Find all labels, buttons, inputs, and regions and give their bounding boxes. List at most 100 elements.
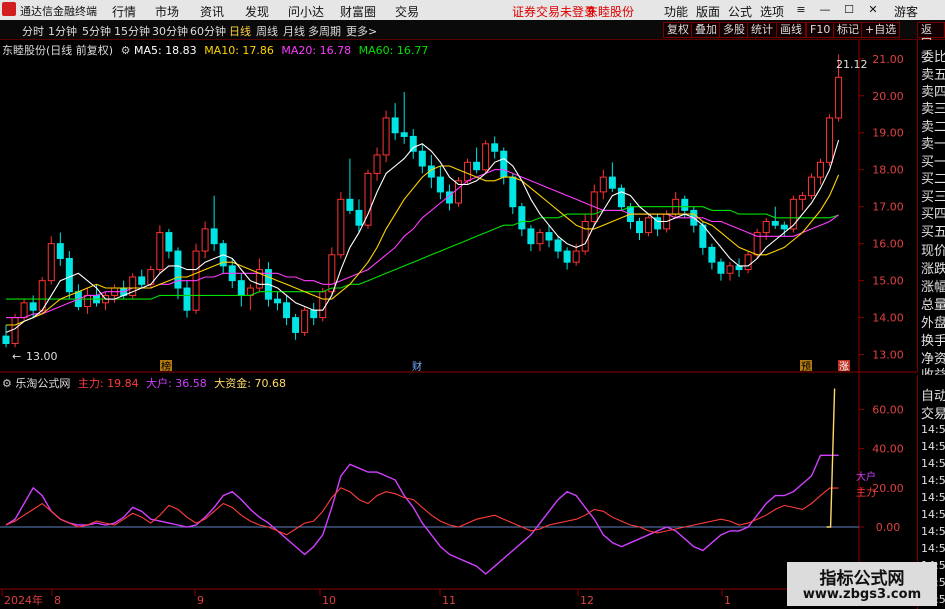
mark-button[interactable]: 标记 <box>833 22 863 38</box>
period-tab-5min[interactable]: 5分钟 <box>82 23 111 39</box>
candle-down <box>708 246 716 263</box>
main-force-line <box>5 487 839 536</box>
indicator-axis-label: 0.00 <box>876 521 901 534</box>
period-tab-1min[interactable]: 1分钟 <box>48 23 77 39</box>
candle-down <box>274 298 281 304</box>
menu-item-news[interactable]: 资讯 <box>200 3 224 20</box>
menu-item-trade[interactable]: 交易 <box>395 3 419 20</box>
menu-item-ask[interactable]: 问小达 <box>288 3 324 20</box>
candle-up <box>373 154 381 174</box>
adjust-button[interactable]: 复权 <box>663 22 693 38</box>
add-favorite-button[interactable]: +自选 <box>861 22 901 38</box>
candle-up <box>382 117 390 156</box>
tick-time: 14:56 <box>921 525 945 538</box>
menu-item-quotes[interactable]: 行情 <box>112 3 136 20</box>
indicator-axis-label: 20.00 <box>872 482 904 495</box>
sidebar-item-weibi[interactable]: 委比 <box>921 46 945 65</box>
back-button[interactable]: 返回 <box>917 22 945 50</box>
price-axis-label: 19.00 <box>872 127 904 140</box>
candle-up <box>328 254 336 293</box>
f10-button[interactable]: F10 <box>806 22 835 38</box>
candle-up <box>464 161 472 182</box>
candle-up <box>536 232 544 245</box>
big-holder-value: 大户: 36.58 <box>146 377 207 390</box>
app-title: 通达信金融终端 <box>20 5 97 18</box>
sidebar-item-change[interactable]: 涨跌 <box>921 258 945 277</box>
sidebar-item-buy5[interactable]: 买五 <box>921 221 945 240</box>
sidebar-item-outer[interactable]: 外盘 <box>921 312 945 331</box>
kline-chart[interactable]: 21.00 20.00 19.00 18.00 17.00 16.00 15.00 14.00… <box>0 40 917 609</box>
period-tab-more[interactable]: 更多> <box>346 23 377 39</box>
candle-down <box>518 206 526 230</box>
date-axis-label: 8 <box>54 594 61 607</box>
maximize-icon[interactable]: ☐ <box>842 3 856 16</box>
draw-line-button[interactable]: 画线 <box>776 22 806 38</box>
sidebar-item-buy2[interactable]: 买二 <box>921 168 945 187</box>
price-panel-header: 东睦股份(日线 前复权) ⚙ MA5: 18.83 MA10: 17.86 MA… <box>2 42 428 58</box>
period-tab-weekly[interactable]: 周线 <box>256 23 278 39</box>
menu-item-market[interactable]: 市场 <box>155 3 179 20</box>
indicator-gear-icon[interactable]: ⚙ <box>2 377 12 390</box>
close-icon[interactable]: ✕ <box>866 3 880 16</box>
multi-stock-button[interactable]: 多股 <box>719 22 749 38</box>
low-arrow-icon: ← <box>12 350 21 363</box>
user-label[interactable]: 游客 <box>894 3 918 20</box>
menu-item-function[interactable]: 功能 <box>664 3 688 20</box>
candle-up <box>83 294 91 308</box>
sidebar-item-change-pct[interactable]: 涨幅 <box>921 276 945 295</box>
candle-down <box>174 250 182 289</box>
period-tab-15min[interactable]: 15分钟 <box>114 23 150 39</box>
candle-down <box>771 220 779 226</box>
candle-down <box>418 150 426 167</box>
period-tab-intraday[interactable]: 分时 <box>22 23 44 39</box>
period-tab-monthly[interactable]: 月线 <box>283 23 305 39</box>
period-tab-daily[interactable]: 日线 <box>229 23 251 39</box>
candle-up <box>744 254 752 271</box>
date-axis-label: 12 <box>580 594 594 607</box>
period-tab-30min[interactable]: 30分钟 <box>152 23 188 39</box>
date-axis-label: 9 <box>197 594 204 607</box>
menu-item-discover[interactable]: 发现 <box>245 3 269 20</box>
candle-down <box>717 261 725 274</box>
sidebar-item-buy4[interactable]: 买四 <box>921 203 945 222</box>
indicator-name[interactable]: 乐淘公式网 <box>15 377 70 390</box>
sidebar-item-sell1[interactable]: 卖一 <box>921 133 945 152</box>
candle-down <box>310 309 318 319</box>
minimize-icon[interactable]: — <box>818 3 832 16</box>
candle-up <box>645 217 653 234</box>
candle-up <box>762 220 770 234</box>
period-tab-multi[interactable]: 多周期 <box>308 23 341 39</box>
login-notice[interactable]: 证券交易未登录 <box>512 3 596 20</box>
menu-item-formula[interactable]: 公式 <box>728 3 752 20</box>
sidebar-trade[interactable]: 交易 <box>921 403 945 422</box>
sidebar-item-sell3[interactable]: 卖三 <box>921 98 945 117</box>
sidebar-item-volume[interactable]: 总量 <box>921 294 945 313</box>
main-force-value: 主力: 19.84 <box>77 377 139 390</box>
date-axis-label: 1 <box>724 594 731 607</box>
sidebar-item-price[interactable]: 现价 <box>921 240 945 259</box>
sidebar-item-turnover[interactable]: 换手 <box>921 330 945 349</box>
high-price-label: 21.12 <box>836 58 868 71</box>
statistics-button[interactable]: 统计 <box>747 22 777 38</box>
menu-item-options[interactable]: 选项 <box>760 3 784 20</box>
tick-time: 14:56 <box>921 423 945 436</box>
event-marker-4-label: 涨 <box>839 361 849 373</box>
price-axis-label: 16.00 <box>872 238 904 251</box>
candle-down <box>183 287 191 311</box>
menu-item-layout[interactable]: 版面 <box>696 3 720 20</box>
price-axis-label: 20.00 <box>872 90 904 103</box>
period-tab-60min[interactable]: 60分钟 <box>190 23 226 39</box>
overlay-button[interactable]: 叠加 <box>691 22 721 38</box>
window-menu-icon[interactable]: ≡ <box>794 3 808 16</box>
tick-time: 14:56 <box>921 491 945 504</box>
indicator-axis-label: 40.00 <box>872 443 904 456</box>
price-axis-label: 17.00 <box>872 201 904 214</box>
candle-down <box>165 232 173 252</box>
tick-time: 14:56 <box>921 508 945 521</box>
sidebar-auto[interactable]: 自动 <box>921 385 945 404</box>
event-marker-2-label[interactable]: 财 <box>412 360 422 373</box>
candle-up <box>47 243 55 282</box>
settings-gear-icon[interactable]: ⚙ <box>121 44 131 57</box>
date-axis: 2024年 8 9 10 11 12 1 <box>1 589 731 607</box>
menu-item-wealth[interactable]: 财富圈 <box>340 3 376 20</box>
